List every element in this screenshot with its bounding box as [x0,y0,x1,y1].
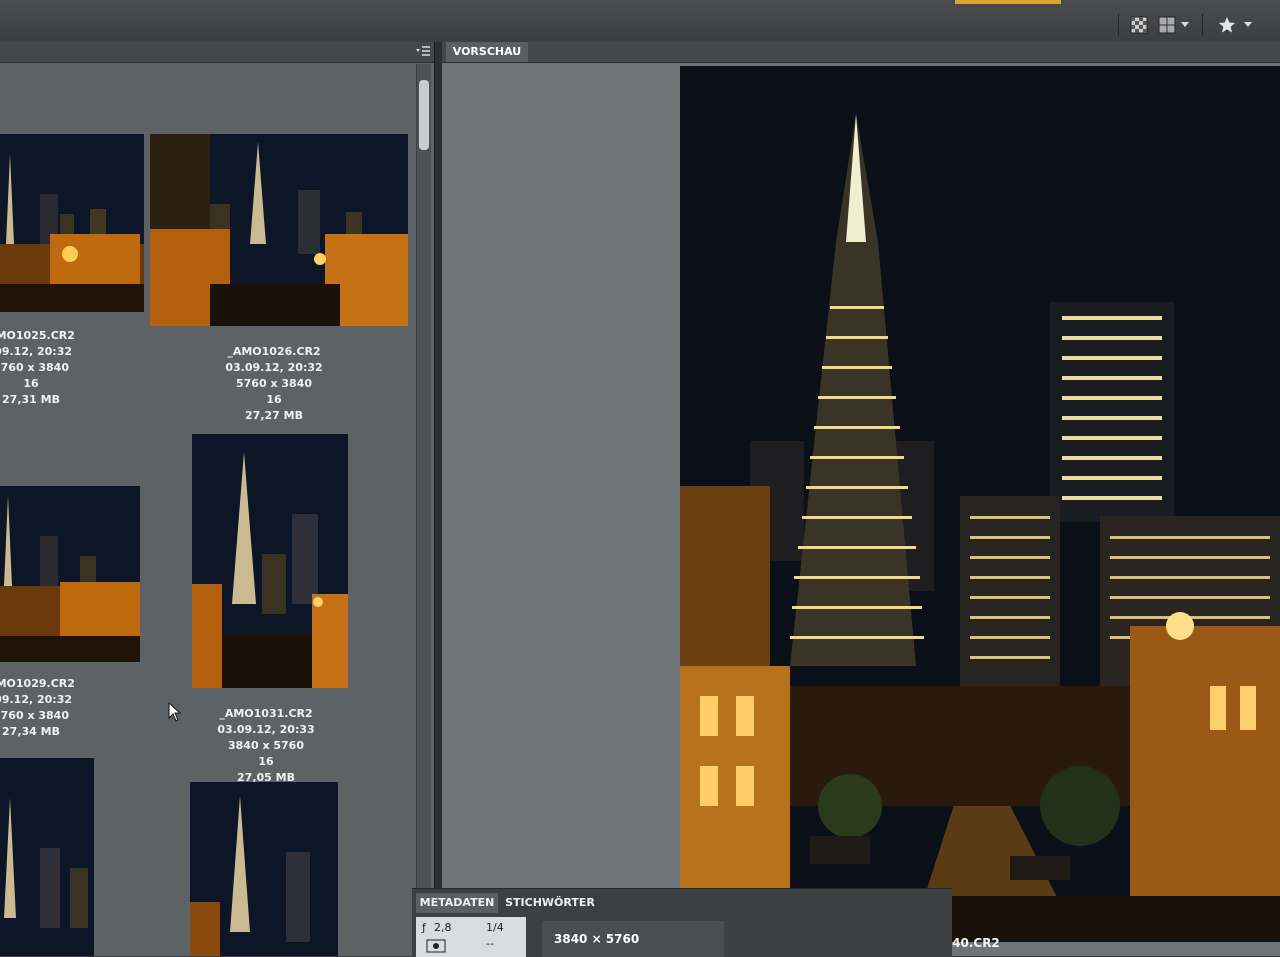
thumbnail-date: .09.12, 20:32 [0,693,72,706]
thumbnail-image[interactable] [0,486,140,662]
aperture-value: 2,8 [434,921,452,934]
metering-icon [426,939,446,953]
thumbnail-image[interactable] [0,758,94,956]
thumbnail-dimensions: 5760 x 3840 [236,377,312,390]
thumbnail-filesize: 27,31 MB [2,393,60,406]
preview-image [680,66,1280,942]
thumbnail-filesize: 27,27 MB [245,409,303,422]
exposure-summary: ƒ 2,8 1/4 -- [416,917,526,957]
thumbnail-dimensions: 5760 x 3840 [0,361,69,374]
thumbnail-image[interactable] [150,134,408,326]
tab-keywords[interactable]: STICHWÖRTER [502,893,598,913]
panel-menu-icon[interactable] [416,46,430,56]
grid-view-icon[interactable] [1158,16,1176,34]
thumbnail-bitdepth: 16 [258,755,274,768]
metadata-panel: METADATEN STICHWÖRTER ƒ 2,8 1/4 -- 3840 … [412,888,952,957]
thumbnail-meta: _AMO1031.CR2 03.09.12, 20:33 3840 x 5760… [206,706,326,786]
top-toolbar [0,0,1280,43]
preview-panel: VORSCHAU [442,42,1280,956]
thumbnail-filesize: 27,34 MB [2,725,60,738]
thumbnail-image[interactable] [0,134,144,312]
content-panel-header [0,42,434,63]
thumbnail-filename: AMO1025.CR2 [0,329,75,342]
workspace-accent-strip [955,0,1061,4]
content-scrollbar[interactable] [416,64,431,956]
image-dimensions: 3840 × 5760 [542,921,724,957]
content-panel: AMO1025.CR2 .09.12, 20:32 5760 x 3840 16… [0,42,434,956]
tab-metadata[interactable]: METADATEN [416,893,498,913]
thumbnail-dimensions: 5760 x 3840 [0,709,69,722]
star-rating-icon[interactable] [1218,16,1236,34]
chevron-down-icon[interactable] [1244,22,1252,27]
thumbnail-filename: AMO1029.CR2 [0,677,75,690]
aperture-icon: ƒ [422,921,426,934]
thumbnail-bitdepth: 16 [23,377,39,390]
checker-view-icon[interactable] [1130,16,1148,34]
iso-value: -- [486,937,494,950]
toolbar-separator [1202,14,1203,36]
toolbar-separator [1118,14,1119,36]
thumbnail-bitdepth: 16 [266,393,282,406]
thumbnail-filename: _AMO1026.CR2 [227,345,321,358]
thumbnail-dimensions: 3840 x 5760 [228,739,304,752]
thumbnail-image[interactable] [190,782,338,956]
thumbnail-image[interactable] [192,434,348,688]
thumbnail-date: 03.09.12, 20:33 [217,723,315,736]
thumbnail-meta: AMO1029.CR2 .09.12, 20:32 5760 x 3840 27… [0,676,76,740]
thumbnail-meta: _AMO1026.CR2 03.09.12, 20:32 5760 x 3840… [214,344,334,424]
shutter-value: 1/4 [486,921,504,934]
preview-tabbar: VORSCHAU [442,42,1280,63]
thumbnail-meta: AMO1025.CR2 .09.12, 20:32 5760 x 3840 16… [0,328,76,408]
tab-preview[interactable]: VORSCHAU [446,42,528,62]
thumbnail-date: .09.12, 20:32 [0,345,72,358]
thumbnail-filename: _AMO1031.CR2 [219,707,313,720]
scrollbar-thumb[interactable] [419,80,429,150]
thumbnail-date: 03.09.12, 20:32 [225,361,323,374]
chevron-down-icon[interactable] [1181,22,1189,27]
mouse-cursor-icon [168,702,182,722]
